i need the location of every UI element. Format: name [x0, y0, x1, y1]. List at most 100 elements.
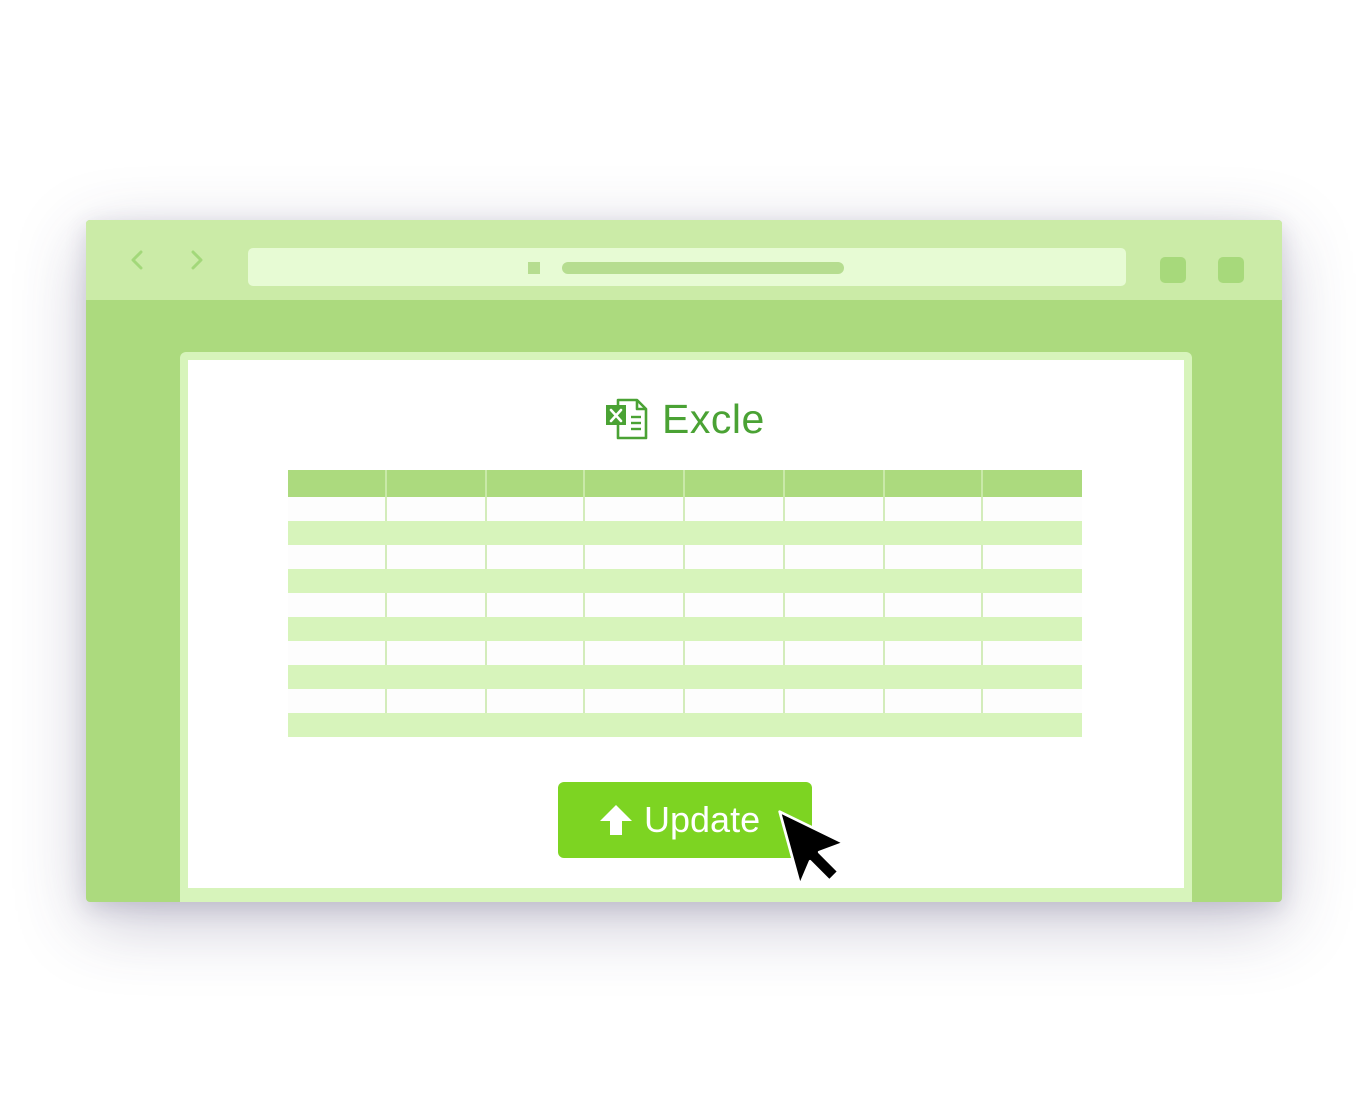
sheet-cell[interactable]	[983, 665, 1082, 689]
sheet-cell[interactable]	[885, 617, 983, 641]
sheet-row	[288, 665, 1082, 689]
sheet-cell[interactable]	[983, 497, 1082, 521]
sheet-cell[interactable]	[288, 470, 387, 497]
sheet-cell[interactable]	[487, 665, 585, 689]
sheet-cell[interactable]	[288, 545, 387, 569]
sheet-cell[interactable]	[585, 569, 685, 593]
sheet-cell[interactable]	[288, 521, 387, 545]
sheet-cell[interactable]	[685, 545, 785, 569]
sheet-cell[interactable]	[487, 569, 585, 593]
sheet-cell[interactable]	[885, 569, 983, 593]
sheet-cell[interactable]	[585, 470, 685, 497]
sheet-cell[interactable]	[685, 521, 785, 545]
sheet-header-row	[288, 470, 1082, 497]
sheet-cell[interactable]	[585, 545, 685, 569]
sheet-cell[interactable]	[685, 713, 785, 737]
chevron-right-icon	[191, 250, 203, 270]
sheet-cell[interactable]	[785, 665, 885, 689]
sheet-cell[interactable]	[983, 593, 1082, 617]
update-button[interactable]: Update	[558, 782, 812, 858]
sheet-cell[interactable]	[288, 593, 387, 617]
sheet-cell[interactable]	[288, 569, 387, 593]
document-title: Excle	[662, 395, 765, 442]
sheet-cell[interactable]	[785, 569, 885, 593]
sheet-cell[interactable]	[983, 470, 1082, 497]
sheet-cell[interactable]	[487, 689, 585, 713]
sheet-cell[interactable]	[983, 641, 1082, 665]
sheet-cell[interactable]	[387, 617, 487, 641]
sheet-cell[interactable]	[487, 470, 585, 497]
sheet-cell[interactable]	[487, 593, 585, 617]
sheet-cell[interactable]	[387, 665, 487, 689]
sheet-cell[interactable]	[885, 689, 983, 713]
sheet-cell[interactable]	[885, 713, 983, 737]
sheet-cell[interactable]	[288, 665, 387, 689]
sheet-cell[interactable]	[785, 713, 885, 737]
sheet-cell[interactable]	[288, 641, 387, 665]
forward-button[interactable]	[182, 244, 212, 274]
sheet-cell[interactable]	[585, 641, 685, 665]
browser-toolbar	[86, 220, 1282, 300]
sheet-cell[interactable]	[685, 665, 785, 689]
sheet-cell[interactable]	[487, 545, 585, 569]
sheet-cell[interactable]	[785, 617, 885, 641]
sheet-cell[interactable]	[885, 521, 983, 545]
sheet-cell[interactable]	[288, 713, 387, 737]
sheet-cell[interactable]	[885, 593, 983, 617]
sheet-cell[interactable]	[585, 593, 685, 617]
sheet-cell[interactable]	[785, 593, 885, 617]
sheet-cell[interactable]	[885, 641, 983, 665]
sheet-cell[interactable]	[983, 521, 1082, 545]
sheet-cell[interactable]	[487, 641, 585, 665]
back-button[interactable]	[122, 244, 152, 274]
sheet-cell[interactable]	[387, 470, 487, 497]
sheet-cell[interactable]	[585, 713, 685, 737]
sheet-cell[interactable]	[983, 545, 1082, 569]
sheet-cell[interactable]	[785, 497, 885, 521]
sheet-cell[interactable]	[387, 689, 487, 713]
sheet-cell[interactable]	[387, 521, 487, 545]
sheet-cell[interactable]	[785, 689, 885, 713]
sheet-cell[interactable]	[885, 470, 983, 497]
sheet-cell[interactable]	[685, 497, 785, 521]
sheet-cell[interactable]	[288, 689, 387, 713]
update-button-label: Update	[644, 799, 761, 840]
sheet-cell[interactable]	[585, 497, 685, 521]
sheet-cell[interactable]	[983, 569, 1082, 593]
sheet-cell[interactable]	[685, 593, 785, 617]
sheet-cell[interactable]	[885, 497, 983, 521]
sheet-cell[interactable]	[785, 521, 885, 545]
sheet-cell[interactable]	[487, 617, 585, 641]
sheet-cell[interactable]	[983, 689, 1082, 713]
sheet-cell[interactable]	[487, 521, 585, 545]
sheet-cell[interactable]	[288, 497, 387, 521]
sheet-cell[interactable]	[885, 545, 983, 569]
sheet-cell[interactable]	[487, 713, 585, 737]
sheet-cell[interactable]	[685, 569, 785, 593]
sheet-cell[interactable]	[885, 665, 983, 689]
sheet-cell[interactable]	[288, 617, 387, 641]
sheet-cell[interactable]	[983, 617, 1082, 641]
sheet-cell[interactable]	[785, 470, 885, 497]
sheet-cell[interactable]	[585, 617, 685, 641]
sheet-cell[interactable]	[387, 545, 487, 569]
window-control-button[interactable]	[1160, 257, 1186, 283]
sheet-cell[interactable]	[685, 641, 785, 665]
sheet-cell[interactable]	[387, 593, 487, 617]
sheet-cell[interactable]	[585, 665, 685, 689]
sheet-cell[interactable]	[387, 641, 487, 665]
sheet-cell[interactable]	[685, 470, 785, 497]
sheet-cell[interactable]	[585, 689, 685, 713]
sheet-cell[interactable]	[685, 617, 785, 641]
address-bar[interactable]	[248, 248, 1126, 286]
sheet-cell[interactable]	[585, 521, 685, 545]
sheet-cell[interactable]	[487, 497, 585, 521]
sheet-cell[interactable]	[983, 713, 1082, 737]
sheet-cell[interactable]	[387, 497, 487, 521]
sheet-cell[interactable]	[685, 689, 785, 713]
sheet-cell[interactable]	[785, 545, 885, 569]
sheet-cell[interactable]	[785, 641, 885, 665]
sheet-cell[interactable]	[387, 713, 487, 737]
sheet-cell[interactable]	[387, 569, 487, 593]
window-control-button[interactable]	[1218, 257, 1244, 283]
